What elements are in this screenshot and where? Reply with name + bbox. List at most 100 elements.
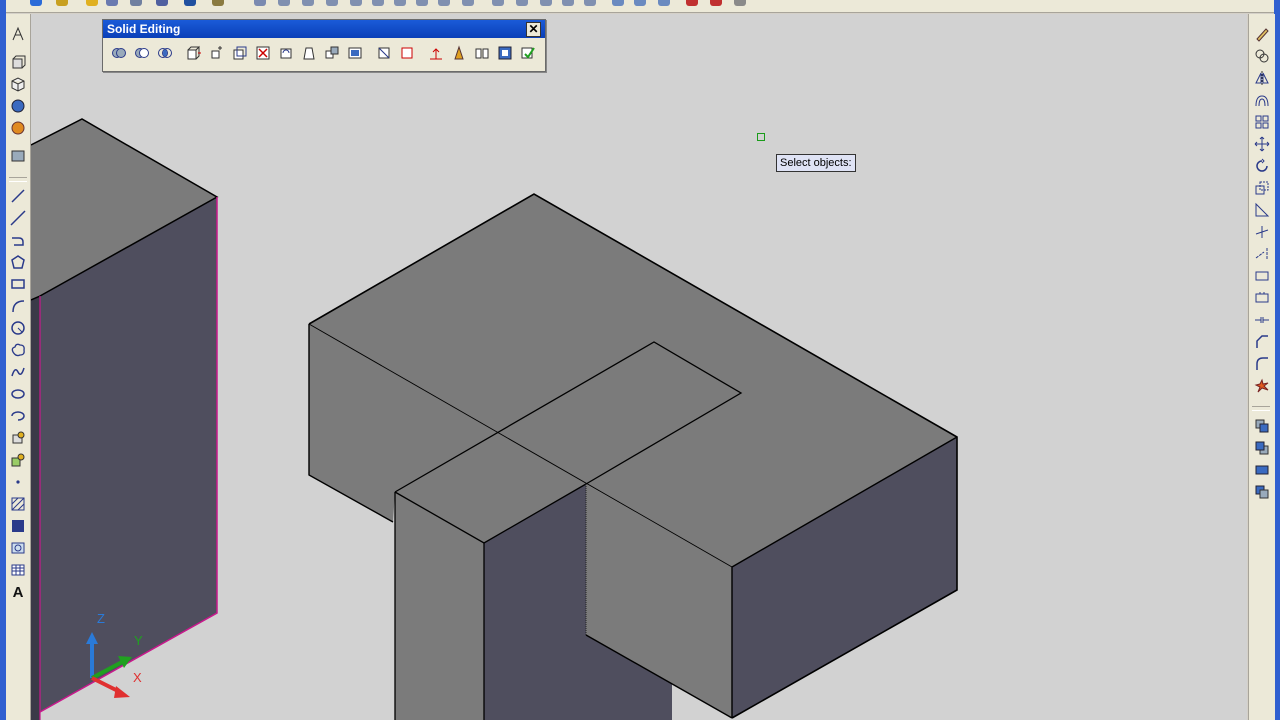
wedge-icon[interactable] (278, 0, 290, 6)
match-properties-icon[interactable] (86, 0, 98, 6)
array-icon[interactable] (1254, 114, 1270, 130)
rotate-faces-icon[interactable] (277, 44, 294, 61)
gradient-icon[interactable] (10, 518, 26, 534)
extrude-icon[interactable] (416, 0, 428, 6)
text-style-icon[interactable] (10, 26, 26, 42)
extend-icon[interactable] (1254, 246, 1270, 262)
material-icon[interactable] (10, 120, 26, 136)
box-icon[interactable] (10, 76, 26, 92)
extrude-faces-icon[interactable] (185, 44, 202, 61)
loft-icon[interactable] (462, 0, 474, 6)
chamfer-icon[interactable] (1254, 334, 1270, 350)
3d-orbit-icon[interactable] (686, 0, 698, 6)
cylinder-icon[interactable] (326, 0, 338, 6)
region-icon[interactable] (10, 148, 26, 164)
union-icon[interactable] (110, 44, 127, 61)
draw-order-above-icon[interactable] (1254, 462, 1270, 478)
color-edges-icon[interactable] (398, 44, 415, 61)
polygon-icon[interactable] (10, 254, 26, 270)
torus-icon[interactable] (372, 0, 384, 6)
close-button[interactable]: ✕ (526, 22, 541, 37)
subtract-icon[interactable] (634, 0, 646, 6)
revision-cloud-icon[interactable] (10, 342, 26, 358)
table-icon[interactable] (10, 562, 26, 578)
spline-icon[interactable] (10, 364, 26, 380)
copy-object-icon[interactable] (1254, 48, 1270, 64)
solid-editing-titlebar[interactable]: Solid Editing ✕ (103, 20, 545, 38)
join-icon[interactable] (1254, 312, 1270, 328)
union-icon[interactable] (612, 0, 624, 6)
erase-icon[interactable] (1254, 26, 1270, 42)
polyline-icon[interactable] (10, 232, 26, 248)
render-icon[interactable] (184, 0, 196, 6)
offset-faces-icon[interactable] (231, 44, 248, 61)
edit-icon[interactable] (106, 0, 118, 6)
paste-icon[interactable] (156, 0, 168, 6)
free-orbit-icon[interactable] (710, 0, 722, 6)
break-icon[interactable] (1254, 290, 1270, 306)
circle-icon[interactable] (10, 320, 26, 336)
scale-icon[interactable] (1254, 180, 1270, 196)
model-space-canvas[interactable] (31, 14, 1247, 720)
intersect-icon[interactable] (156, 44, 173, 61)
drawing-viewport[interactable]: Z Y X (31, 14, 1247, 720)
toolbar-grip[interactable] (1252, 406, 1270, 411)
slice-icon[interactable] (492, 0, 504, 6)
ellipse-arc-icon[interactable] (10, 408, 26, 424)
pyramid-icon[interactable] (394, 0, 406, 6)
ellipse-icon[interactable] (10, 386, 26, 402)
extrude-face-icon[interactable] (10, 54, 26, 70)
copy-icon[interactable] (130, 0, 142, 6)
move-icon[interactable] (1254, 136, 1270, 152)
layer-icon[interactable] (30, 0, 42, 6)
draw-order-front-icon[interactable] (1254, 418, 1270, 434)
offset-icon[interactable] (1254, 92, 1270, 108)
intersect-icon[interactable] (658, 0, 670, 6)
arc-icon[interactable] (10, 298, 26, 314)
stretch-icon[interactable] (1254, 202, 1270, 218)
fillet-icon[interactable] (1254, 356, 1270, 372)
delete-faces-icon[interactable] (254, 44, 271, 61)
insert-block-icon[interactable] (10, 430, 26, 446)
section-icon[interactable] (516, 0, 528, 6)
line-icon[interactable] (10, 188, 26, 204)
properties-icon[interactable] (56, 0, 68, 6)
imprint-icon[interactable] (427, 44, 444, 61)
region-tool-icon[interactable] (10, 540, 26, 556)
break-at-point-icon[interactable] (1254, 268, 1270, 284)
rectangle-icon[interactable] (10, 276, 26, 292)
copy-faces-icon[interactable] (323, 44, 340, 61)
3d-array-icon[interactable] (584, 0, 596, 6)
toolbar-grip[interactable] (9, 177, 27, 182)
draw-order-back-icon[interactable] (1254, 440, 1270, 456)
sphere-icon[interactable] (350, 0, 362, 6)
separate-icon[interactable] (473, 44, 490, 61)
cone-icon[interactable] (302, 0, 314, 6)
clean-icon[interactable] (450, 44, 467, 61)
trim-icon[interactable] (1254, 224, 1270, 240)
copy-edges-icon[interactable] (375, 44, 392, 61)
box-icon[interactable] (254, 0, 266, 6)
orbit-settings-icon[interactable] (734, 0, 746, 6)
sphere-icon[interactable] (10, 98, 26, 114)
make-block-icon[interactable] (10, 452, 26, 468)
solid-editing-toolbar[interactable]: Solid Editing ✕ (102, 19, 546, 72)
tool-palette-icon[interactable] (212, 0, 224, 6)
taper-faces-icon[interactable] (300, 44, 317, 61)
point-icon[interactable] (10, 474, 26, 490)
subtract-icon[interactable] (133, 44, 150, 61)
construction-line-icon[interactable] (10, 210, 26, 226)
align-icon[interactable] (562, 0, 574, 6)
check-icon[interactable] (519, 44, 536, 61)
shell-icon[interactable] (496, 44, 513, 61)
multiline-text-icon[interactable]: A (10, 584, 26, 601)
color-faces-icon[interactable] (346, 44, 363, 61)
rotate-icon[interactable] (1254, 158, 1270, 174)
revolve-icon[interactable] (438, 0, 450, 6)
draw-order-under-icon[interactable] (1254, 484, 1270, 500)
mirror-icon[interactable] (1254, 70, 1270, 86)
interfere-icon[interactable] (540, 0, 552, 6)
explode-icon[interactable] (1254, 378, 1270, 394)
hatch-icon[interactable] (10, 496, 26, 512)
move-faces-icon[interactable] (208, 44, 225, 61)
